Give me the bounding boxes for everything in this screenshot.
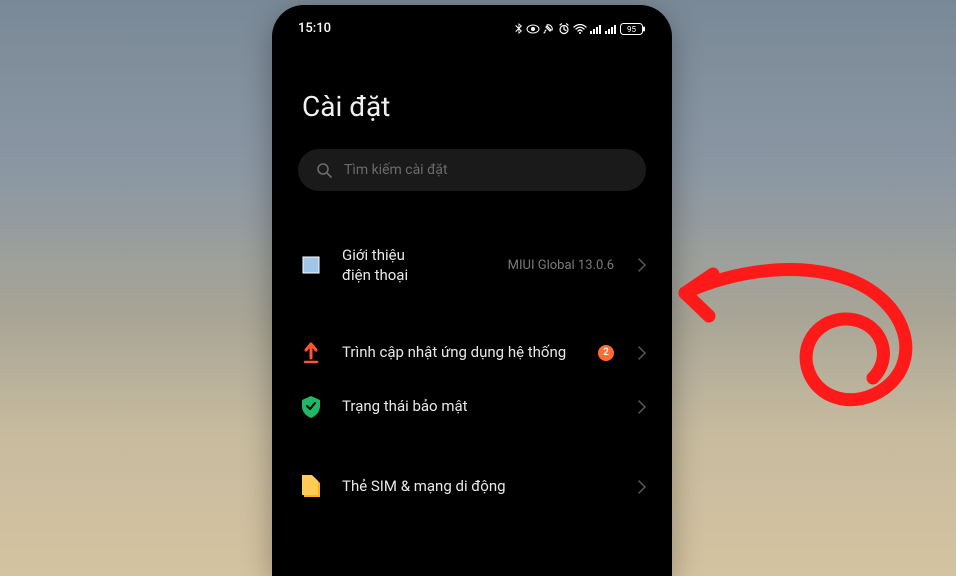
chevron-right-icon [638,258,646,272]
wifi-icon [573,24,587,34]
settings-item-about-phone[interactable]: Giới thiệu điện thoại MIUI Global 13.0.6 [298,231,646,300]
status-icons: 95 [515,23,646,35]
signal-1-icon [590,24,602,34]
about-phone-value: MIUI Global 13.0.6 [508,258,614,273]
page-title: Cài đặt [302,90,646,123]
chevron-right-icon [638,346,646,360]
alarm-icon [558,23,570,35]
chevron-right-icon [638,400,646,414]
about-phone-icon [298,252,324,278]
settings-item-system-updater[interactable]: Trình cập nhật ứng dụng hệ thống 2 [298,326,646,380]
bluetooth-icon [515,23,523,35]
sim-icon [298,474,324,500]
security-icon [298,394,324,420]
phone-frame: 15:10 95 Cài đặt Tìm kiếm cài đặt [272,5,672,576]
about-phone-label: Giới thiệu điện thoại [342,245,490,286]
annotation-arrow [655,238,955,458]
phone-screen: 15:10 95 Cài đặt Tìm kiếm cài đặt [278,11,666,570]
settings-item-sim-network[interactable]: Thẻ SIM & mạng di động [298,460,646,514]
chevron-right-icon [638,480,646,494]
svg-text:95: 95 [627,25,636,34]
search-icon [316,162,332,178]
battery-icon: 95 [620,23,646,35]
signal-2-icon [605,24,617,34]
search-placeholder: Tìm kiếm cài đặt [344,162,448,178]
search-input[interactable]: Tìm kiếm cài đặt [298,149,646,191]
updater-label: Trình cập nhật ứng dụng hệ thống [342,342,580,362]
eye-icon [526,24,540,34]
settings-content: Cài đặt Tìm kiếm cài đặt Giới thiệu điện… [278,90,666,514]
updater-icon [298,340,324,366]
security-label: Trạng thái bảo mật [342,396,614,416]
vibrate-icon [543,23,555,35]
updater-badge: 2 [598,345,614,361]
status-bar: 15:10 95 [278,11,666,42]
status-time: 15:10 [298,21,331,36]
sim-label: Thẻ SIM & mạng di động [342,476,614,496]
settings-item-security-status[interactable]: Trạng thái bảo mật [298,380,646,434]
